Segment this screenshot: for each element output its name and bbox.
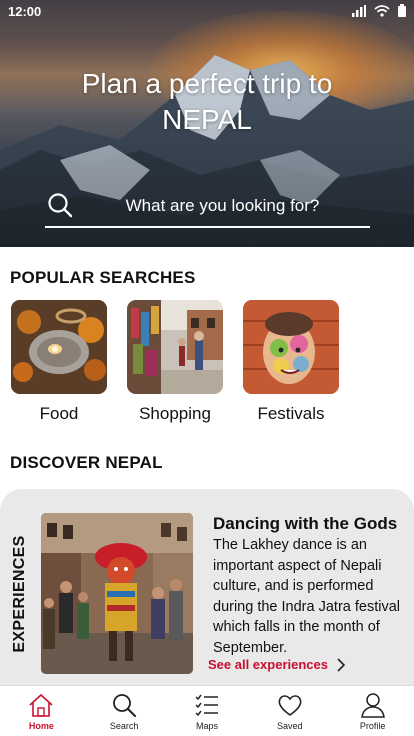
shopping-image	[127, 300, 223, 394]
popular-item-shopping[interactable]: Shopping	[117, 300, 233, 424]
search-input[interactable]	[85, 196, 360, 216]
food-image	[11, 300, 107, 394]
status-bar: 12:00	[0, 0, 414, 22]
tab-saved[interactable]: Saved	[248, 686, 331, 736]
tab-search-label: Search	[109, 721, 139, 731]
tab-maps-label: Maps	[195, 721, 218, 731]
experience-category: EXPERIENCES	[6, 509, 34, 679]
shopping-thumbnail[interactable]	[127, 300, 223, 394]
popular-item-label: Food	[39, 404, 79, 423]
experience-card[interactable]: EXPERIENCES Dancing with the Gods The La…	[0, 489, 414, 689]
popular-item-festivals[interactable]: Festivals	[233, 300, 349, 424]
status-icons	[352, 4, 406, 17]
experience-photo[interactable]	[41, 513, 193, 674]
see-all-experiences-label: See all experiences	[208, 657, 328, 672]
hero-title-line2: NEPAL	[162, 104, 252, 135]
wifi-icon	[374, 4, 390, 17]
chevron-right-icon	[337, 657, 346, 672]
search-bar[interactable]	[45, 190, 370, 228]
popular-searches-list: Food Shopping Festivals	[0, 300, 414, 425]
see-all-experiences-link[interactable]: See all experiences	[208, 657, 346, 672]
popular-item-label: Shopping	[139, 404, 211, 423]
tab-profile[interactable]: Profile	[331, 686, 414, 736]
food-thumbnail[interactable]	[11, 300, 107, 394]
bottom-tab-bar: Home Search Maps Saved Profile	[0, 685, 414, 736]
discover-nepal-title: DISCOVER NEPAL	[10, 453, 163, 472]
hero-title-line1: Plan a perfect trip to	[81, 68, 333, 99]
signal-icon	[352, 4, 366, 17]
status-time: 12:00	[8, 4, 42, 19]
lakhey-dance-image	[41, 513, 193, 674]
heart-icon	[278, 695, 302, 716]
experience-heading: Dancing with the Gods	[213, 514, 398, 533]
experience-category-label: EXPERIENCES	[11, 535, 28, 653]
tab-home[interactable]: Home	[0, 686, 83, 736]
tab-home-label: Home	[28, 721, 54, 731]
tab-profile-label: Profile	[359, 721, 386, 731]
search-icon[interactable]	[47, 192, 73, 218]
experience-description: The Lakhey dance is an important aspect …	[213, 537, 400, 656]
battery-icon	[398, 4, 406, 17]
home-icon	[29, 693, 53, 717]
festivals-thumbnail[interactable]	[243, 300, 339, 394]
tab-saved-label: Saved	[277, 721, 303, 731]
tab-search[interactable]: Search	[83, 686, 166, 736]
popular-item-label: Festivals	[257, 404, 325, 423]
popular-searches-title: POPULAR SEARCHES	[10, 268, 196, 287]
tab-maps[interactable]: Maps	[166, 686, 249, 736]
search-icon	[113, 694, 137, 717]
checklist-icon	[195, 694, 218, 717]
hero-title: Plan a perfect trip to NEPAL	[0, 66, 414, 138]
person-icon	[360, 693, 385, 718]
festivals-image	[243, 300, 339, 394]
popular-item-food[interactable]: Food	[1, 300, 117, 424]
